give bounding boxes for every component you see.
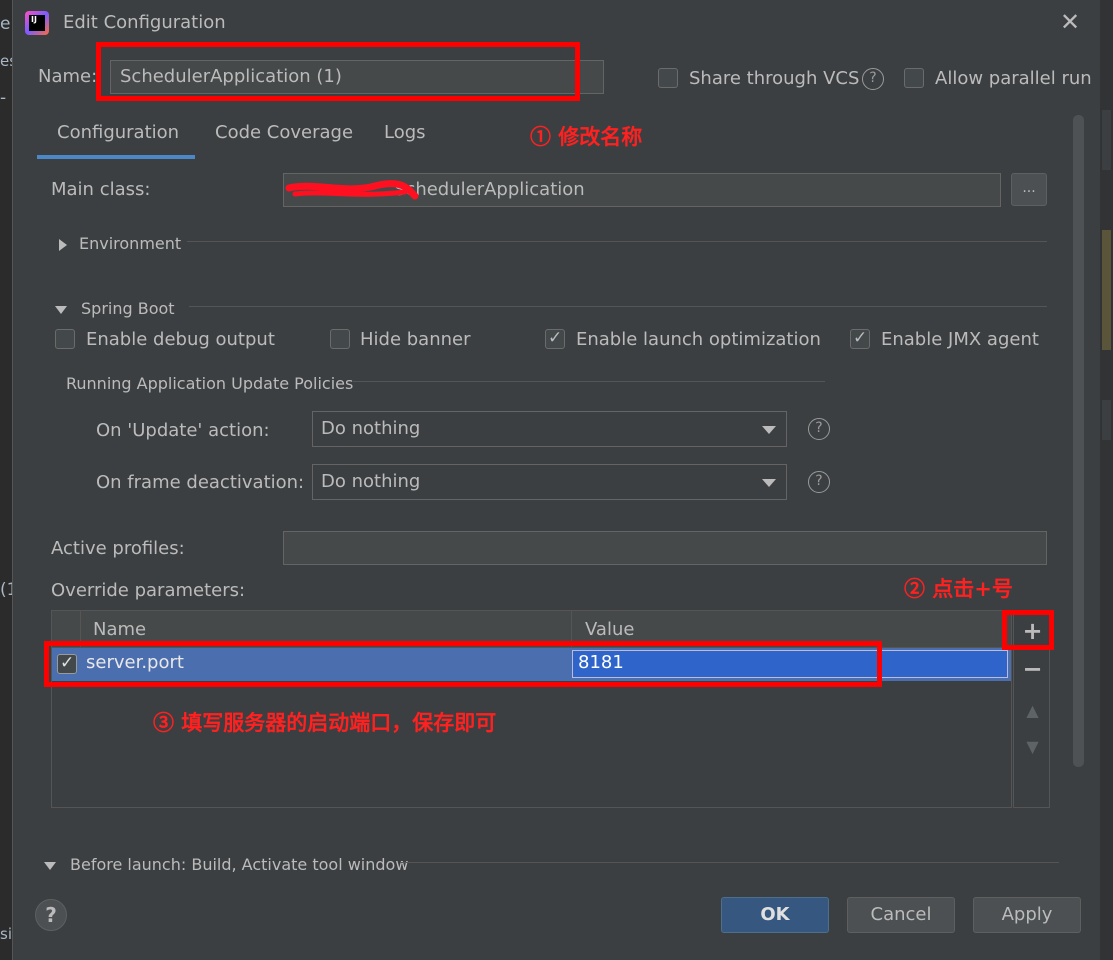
tab-code-coverage[interactable]: Code Coverage bbox=[215, 122, 353, 143]
separator bbox=[189, 306, 1047, 307]
help-icon[interactable]: ? bbox=[808, 471, 830, 493]
cancel-button[interactable]: Cancel bbox=[847, 897, 955, 933]
environment-label: Environment bbox=[79, 234, 182, 253]
dialog-title: Edit Configuration bbox=[63, 12, 226, 33]
apply-button[interactable]: Apply bbox=[973, 897, 1081, 933]
bg-fragment: si bbox=[0, 925, 12, 943]
share-vcs-label: Share through VCS bbox=[689, 68, 860, 89]
active-tab-indicator bbox=[37, 155, 195, 159]
annotation-box-add bbox=[1002, 610, 1054, 650]
ok-button[interactable]: OK bbox=[721, 897, 829, 933]
before-launch-section[interactable]: Before launch: Build, Activate tool wind… bbox=[44, 855, 408, 874]
column-header-value[interactable]: Value bbox=[585, 619, 634, 640]
chevron-down-icon bbox=[762, 479, 776, 487]
separator bbox=[187, 241, 1047, 242]
annotation-note-1: ① 修改名称 bbox=[530, 124, 643, 149]
collapse-icon bbox=[44, 861, 56, 870]
update-action-value: Do nothing bbox=[321, 418, 421, 439]
title-bar: IJ Edit Configuration ✕ bbox=[13, 0, 1100, 46]
policies-label: Running Application Update Policies bbox=[66, 374, 354, 393]
bg-fragment: - bbox=[0, 88, 7, 108]
bg-scroll-marker bbox=[1102, 110, 1111, 170]
tab-configuration[interactable]: Configuration bbox=[57, 122, 179, 143]
move-up-icon[interactable]: ▲ bbox=[1014, 693, 1051, 729]
vertical-scrollbar[interactable] bbox=[1073, 115, 1084, 767]
browse-button[interactable]: ... bbox=[1011, 173, 1047, 206]
ide-background-right bbox=[1100, 0, 1113, 960]
annotation-box-name bbox=[96, 42, 580, 101]
active-profiles-label: Active profiles: bbox=[51, 538, 185, 559]
hide-banner-checkbox[interactable] bbox=[330, 329, 350, 349]
frame-deactivation-value: Do nothing bbox=[321, 471, 421, 492]
bg-scroll-marker bbox=[1102, 230, 1111, 350]
separator bbox=[400, 862, 1059, 863]
ide-background-left: er es - (1 si bbox=[0, 0, 17, 960]
active-profiles-input[interactable] bbox=[283, 531, 1047, 565]
update-action-label: On 'Update' action: bbox=[96, 420, 270, 441]
allow-parallel-label: Allow parallel run bbox=[935, 68, 1092, 89]
update-action-select[interactable]: Do nothing bbox=[312, 411, 787, 447]
debug-output-label: Enable debug output bbox=[86, 329, 275, 350]
frame-deactivation-label: On frame deactivation: bbox=[96, 472, 305, 493]
close-icon[interactable]: ✕ bbox=[1056, 8, 1084, 36]
redaction-scribble bbox=[285, 180, 419, 200]
spring-boot-section[interactable]: Spring Boot bbox=[55, 299, 175, 318]
help-icon[interactable]: ? bbox=[808, 418, 830, 440]
launch-optimization-label: Enable launch optimization bbox=[576, 329, 821, 350]
help-button[interactable]: ? bbox=[35, 899, 67, 931]
annotation-note-3: ③ 填写服务器的启动端口，保存即可 bbox=[153, 710, 497, 735]
intellij-icon: IJ bbox=[25, 11, 49, 35]
share-vcs-checkbox[interactable] bbox=[658, 68, 678, 88]
name-label: Name: bbox=[38, 66, 98, 87]
debug-output-checkbox[interactable] bbox=[55, 329, 75, 349]
launch-optimization-checkbox[interactable] bbox=[545, 328, 565, 349]
expand-icon bbox=[59, 238, 67, 251]
move-down-icon[interactable]: ▼ bbox=[1014, 729, 1051, 765]
jmx-agent-checkbox[interactable] bbox=[850, 328, 870, 349]
before-launch-label: Before launch: Build, Activate tool wind… bbox=[70, 855, 409, 874]
hide-banner-label: Hide banner bbox=[360, 329, 471, 350]
jmx-agent-label: Enable JMX agent bbox=[881, 329, 1039, 350]
remove-icon[interactable]: − bbox=[1014, 651, 1051, 687]
edit-configuration-dialog: IJ Edit Configuration ✕ Name: SchedulerA… bbox=[12, 0, 1100, 960]
collapse-icon bbox=[55, 305, 67, 314]
main-class-label: Main class: bbox=[51, 179, 151, 200]
separator bbox=[353, 381, 825, 382]
annotation-note-2: ② 点击+号 bbox=[904, 576, 1013, 601]
override-parameters-label: Override parameters: bbox=[51, 580, 246, 601]
tab-logs[interactable]: Logs bbox=[384, 122, 426, 143]
frame-deactivation-select[interactable]: Do nothing bbox=[312, 464, 787, 500]
chevron-down-icon bbox=[762, 426, 776, 434]
allow-parallel-checkbox[interactable] bbox=[904, 68, 924, 88]
bg-scroll-marker bbox=[1102, 400, 1111, 440]
annotation-box-row bbox=[44, 641, 882, 687]
help-icon[interactable]: ? bbox=[862, 68, 884, 90]
spring-boot-label: Spring Boot bbox=[81, 299, 175, 318]
environment-section[interactable]: Environment bbox=[59, 234, 181, 253]
column-header-name[interactable]: Name bbox=[93, 619, 146, 640]
